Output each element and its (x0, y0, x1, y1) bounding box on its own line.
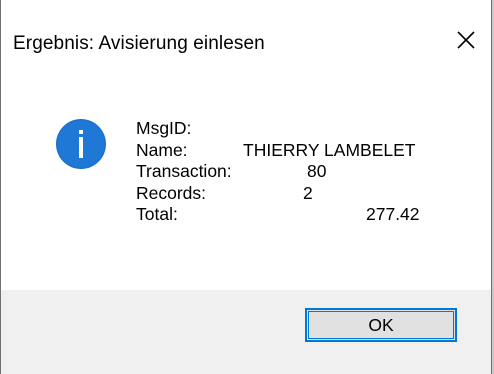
total-value: 277.42 (366, 204, 420, 224)
records-label: Records: (136, 182, 207, 203)
button-bar: OK (1, 290, 491, 374)
message-area (1, 84, 491, 290)
close-icon (457, 31, 475, 49)
transaction-value: 80 (307, 161, 327, 181)
message-dialog: Ergebnis: Avisierung einlesen MsgID: Nam… (0, 0, 492, 374)
info-icon (56, 119, 106, 169)
name-value: THIERRY LAMBELET (243, 139, 416, 160)
records-value: 2 (303, 182, 313, 203)
transaction-label: Transaction: (136, 161, 232, 181)
name-label: Name: (136, 139, 188, 160)
ok-button[interactable]: OK (305, 308, 457, 342)
msgid-label: MsgID: (136, 118, 192, 138)
window-title: Ergebnis: Avisierung einlesen (13, 33, 265, 54)
total-label: Total: (136, 204, 178, 224)
title-bar: Ergebnis: Avisierung einlesen (1, 0, 491, 84)
close-button[interactable] (443, 20, 489, 60)
